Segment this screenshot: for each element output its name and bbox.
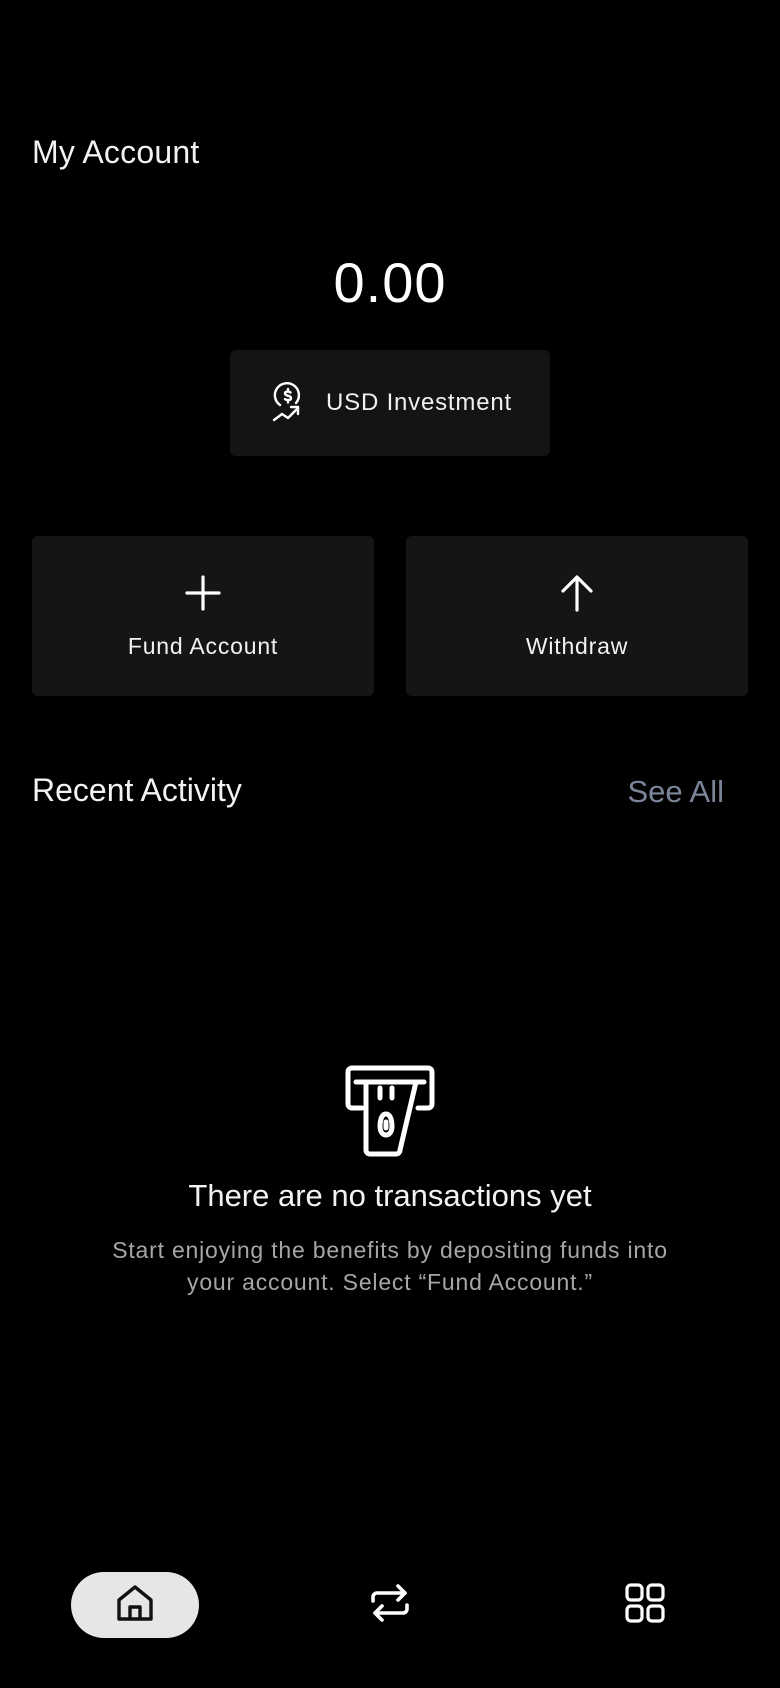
- investment-dollar-icon: [268, 381, 308, 425]
- home-icon: [115, 1583, 155, 1628]
- fund-account-label: Fund Account: [127, 632, 279, 659]
- plus-icon: [183, 573, 223, 613]
- account-selector-label: USD Investment: [326, 389, 512, 416]
- nav-transfer-tab[interactable]: [350, 1572, 430, 1638]
- nav-home-tab[interactable]: [71, 1572, 199, 1638]
- recent-activity-heading: Recent Activity: [32, 772, 242, 808]
- account-selector-button[interactable]: USD Investment: [230, 350, 550, 456]
- grid-icon: [625, 1582, 665, 1628]
- withdraw-button[interactable]: Withdraw: [406, 536, 748, 696]
- account-screen: My Account 0.00 USD Investment Fund Acco…: [0, 0, 780, 1688]
- nav-apps-tab[interactable]: [605, 1572, 685, 1638]
- see-all-link[interactable]: See All: [627, 774, 724, 810]
- fund-account-button[interactable]: Fund Account: [32, 536, 374, 696]
- withdraw-label: Withdraw: [525, 632, 629, 659]
- empty-state-title: There are no transactions yet: [188, 1178, 592, 1213]
- empty-state-description: Start enjoying the benefits by depositin…: [112, 1237, 668, 1295]
- arrow-up-icon: [557, 573, 597, 613]
- page-title: My Account: [32, 134, 200, 170]
- card-withdraw-icon: [344, 1064, 436, 1160]
- transfer-icon: [369, 1583, 411, 1628]
- balance-amount: 0.00: [333, 251, 447, 314]
- bottom-navigation: [0, 1560, 780, 1650]
